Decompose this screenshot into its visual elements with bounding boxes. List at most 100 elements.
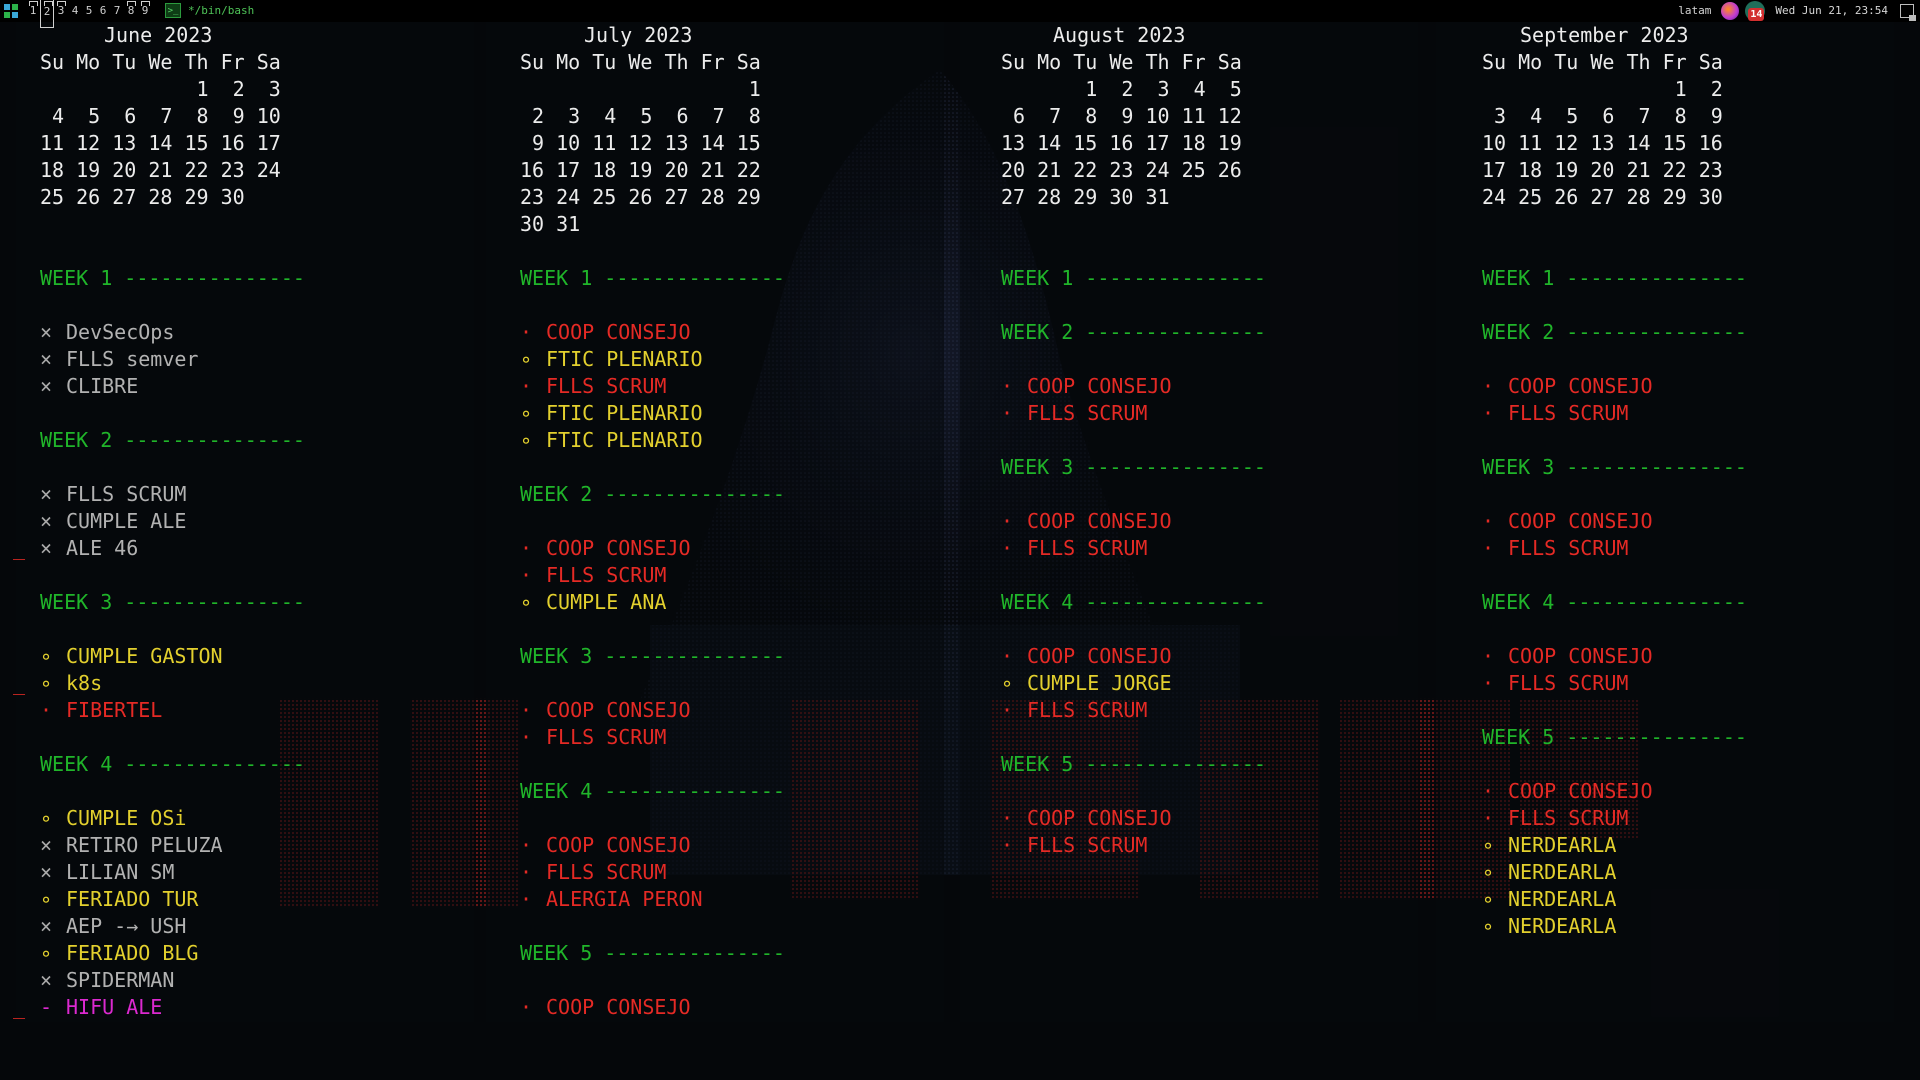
- event-status-icon: ×: [40, 833, 53, 857]
- agenda-event[interactable]: · COOP CONSEJO: [520, 319, 785, 346]
- agenda-event[interactable]: ∘ NERDEARLA: [1482, 913, 1747, 940]
- event-label: FLLS SCRUM: [546, 860, 667, 884]
- agenda-event[interactable]: · FLLS SCRUM: [520, 373, 785, 400]
- agenda-event[interactable]: × FLLS semver: [40, 346, 305, 373]
- agenda-event[interactable]: · COOP CONSEJO: [520, 994, 785, 1021]
- calendar-pane-june[interactable]: June 2023 Su Mo Tu We Th Fr Sa 1 2 3 4 5 …: [13, 22, 305, 1022]
- workspace-button[interactable]: 8: [124, 0, 138, 22]
- agenda-event[interactable]: ∘ CUMPLE GASTON: [40, 643, 305, 670]
- agenda-event[interactable]: · COOP CONSEJO: [520, 697, 785, 724]
- agenda-event[interactable]: ∘ NERDEARLA: [1482, 886, 1747, 913]
- event-label: CUMPLE JORGE: [1027, 671, 1172, 695]
- agenda-event[interactable]: · FLLS SCRUM: [1001, 697, 1266, 724]
- event-label: NERDEARLA: [1508, 887, 1617, 911]
- agenda-event[interactable]: · COOP CONSEJO: [520, 832, 785, 859]
- agenda-event[interactable]: · COOP CONSEJO: [1482, 508, 1747, 535]
- agenda-event[interactable]: ∘ FTIC PLENARIO: [520, 346, 785, 373]
- agenda-event[interactable]: · FLLS SCRUM: [1482, 805, 1747, 832]
- event-status-icon: ·: [520, 563, 533, 587]
- calendar-pane-august[interactable]: August 2023 Su Mo Tu We Th Fr Sa 1 2 3 4 …: [1001, 22, 1266, 1022]
- event-label: COOP CONSEJO: [546, 995, 691, 1019]
- event-label: FLLS SCRUM: [1508, 536, 1629, 560]
- agenda-event[interactable]: · FLLS SCRUM: [1001, 400, 1266, 427]
- agenda-event[interactable]: × AEP -→ USH: [40, 913, 305, 940]
- event-label: CLIBRE: [66, 374, 139, 398]
- agenda-event[interactable]: · FLLS SCRUM: [520, 859, 785, 886]
- agenda-event[interactable]: · FLLS SCRUM: [1482, 400, 1747, 427]
- week-heading: WEEK 1 ---------------: [1482, 266, 1747, 290]
- agenda-event[interactable]: · FLLS SCRUM: [520, 562, 785, 589]
- agenda-event[interactable]: ∘ CUMPLE JORGE: [1001, 670, 1266, 697]
- agenda-event[interactable]: × CLIBRE: [40, 373, 305, 400]
- agenda-event[interactable]: × LILIAN SM: [40, 859, 305, 886]
- calendar-week-row: 9 10 11 12 13 14 15: [520, 131, 761, 155]
- agenda-event[interactable]: · ALERGIA PERON: [520, 886, 785, 913]
- workspace-button[interactable]: 9: [138, 0, 152, 22]
- calendar-pane-july[interactable]: July 2023 Su Mo Tu We Th Fr Sa 1 2 3 4 5 …: [520, 22, 785, 1022]
- agenda-event[interactable]: · FLLS SCRUM: [1482, 535, 1747, 562]
- agenda-event[interactable]: ∘ CUMPLE OSi: [40, 805, 305, 832]
- calendar-week-row: 24 25 26 27 28 29 30: [1482, 185, 1723, 209]
- agenda-event[interactable]: · COOP CONSEJO: [1001, 643, 1266, 670]
- agenda-event[interactable]: ∘ NERDEARLA: [1482, 832, 1747, 859]
- launcher-icon[interactable]: [4, 4, 18, 18]
- agenda-event[interactable]: × DevSecOps: [40, 319, 305, 346]
- event-status-icon: ·: [1482, 644, 1495, 668]
- workspace-button[interactable]: 1: [26, 0, 40, 22]
- agenda-event[interactable]: · COOP CONSEJO: [1001, 805, 1266, 832]
- event-label: FLLS SCRUM: [1508, 806, 1629, 830]
- agenda-event[interactable]: ∘ FTIC PLENARIO: [520, 427, 785, 454]
- calendar-week-row: 3 4 5 6 7 8 9: [1482, 104, 1723, 128]
- clock[interactable]: Wed Jun 21, 23:54: [1775, 0, 1888, 22]
- event-status-icon: ·: [1482, 536, 1495, 560]
- agenda-event[interactable]: × SPIDERMAN: [40, 967, 305, 994]
- agenda-event[interactable]: × RETIRO PELUZA: [40, 832, 305, 859]
- workspace-button[interactable]: 3: [54, 0, 68, 22]
- agenda-event[interactable]: ∘ NERDEARLA: [1482, 859, 1747, 886]
- event-label: COOP CONSEJO: [546, 536, 691, 560]
- agenda-event[interactable]: · COOP CONSEJO: [1001, 373, 1266, 400]
- agenda-event[interactable]: · FIBERTEL: [40, 697, 305, 724]
- agenda-event[interactable]: × CUMPLE ALE: [40, 508, 305, 535]
- calendar-week-row: 25 26 27 28 29 30: [40, 185, 245, 209]
- agenda-event[interactable]: · FLLS SCRUM: [1001, 535, 1266, 562]
- event-label: COOP CONSEJO: [1027, 374, 1172, 398]
- notification-tray-icon[interactable]: 14: [1745, 1, 1766, 21]
- calendar-week-row: 6 7 8 9 10 11 12: [1001, 104, 1242, 128]
- agenda-event[interactable]: · FLLS SCRUM: [1001, 832, 1266, 859]
- agenda-event[interactable]: ∘ FERIADO TUR: [40, 886, 305, 913]
- agenda-event[interactable]: _ × ALE 46: [13, 535, 305, 562]
- keyboard-layout-indicator[interactable]: latam: [1678, 0, 1711, 22]
- week-heading: WEEK 1 ---------------: [1001, 266, 1266, 290]
- terminal-icon[interactable]: >_: [165, 3, 181, 18]
- agenda-event[interactable]: · FLLS SCRUM: [520, 724, 785, 751]
- calendar-week-row: 1: [520, 77, 761, 101]
- agenda-event[interactable]: · COOP CONSEJO: [1482, 643, 1747, 670]
- layout-toggle-icon[interactable]: [1900, 4, 1916, 21]
- flag-marker: _: [13, 995, 26, 1019]
- agenda-event[interactable]: · COOP CONSEJO: [520, 535, 785, 562]
- agenda-event[interactable]: · COOP CONSEJO: [1482, 373, 1747, 400]
- agenda-event[interactable]: ∘ FERIADO BLG: [40, 940, 305, 967]
- agenda-event[interactable]: × FLLS SCRUM: [40, 481, 305, 508]
- agenda-event[interactable]: _ ∘ k8s: [13, 670, 305, 697]
- workspace-button[interactable]: 5: [82, 0, 96, 22]
- agenda-event[interactable]: · FLLS SCRUM: [1482, 670, 1747, 697]
- agenda-event[interactable]: · COOP CONSEJO: [1001, 508, 1266, 535]
- firefox-tray-icon[interactable]: [1721, 2, 1740, 20]
- agenda-event[interactable]: · COOP CONSEJO: [1482, 778, 1747, 805]
- workspace-button[interactable]: 7: [110, 0, 124, 22]
- agenda-event[interactable]: _ - HIFU ALE: [13, 994, 305, 1021]
- week-heading: WEEK 3 ---------------: [520, 644, 785, 668]
- calendar-pane-september[interactable]: September 2023 Su Mo Tu We Th Fr Sa 1 2 3…: [1482, 22, 1747, 1022]
- workspace-button[interactable]: 4: [68, 0, 82, 22]
- agenda-event[interactable]: ∘ FTIC PLENARIO: [520, 400, 785, 427]
- agenda-event[interactable]: ∘ CUMPLE ANA: [520, 589, 785, 616]
- workspace-button[interactable]: 6: [96, 0, 110, 22]
- event-label: FLLS SCRUM: [1027, 401, 1148, 425]
- event-status-icon: ·: [1482, 509, 1495, 533]
